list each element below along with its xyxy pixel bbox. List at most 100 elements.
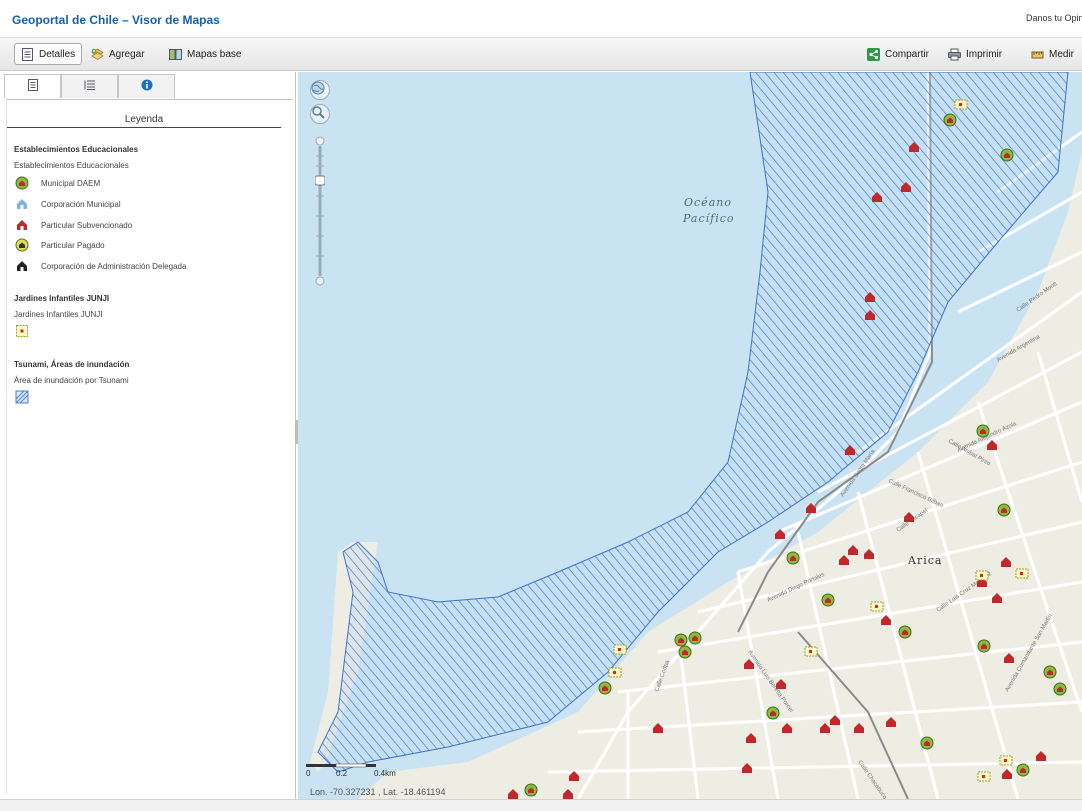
map-navigation-controls <box>308 80 332 290</box>
particular-pagado-icon <box>14 237 30 253</box>
print-label: Imprimir <box>966 48 1003 60</box>
legend-group-title-schools: Establecimientos Educacionales <box>14 145 139 154</box>
add-button[interactable]: Agregar <box>84 43 152 65</box>
legend-subtitle-tsunami: Área de inundación por Tsunami <box>14 376 129 385</box>
marker-municipal-daem[interactable] <box>821 593 835 607</box>
basemaps-button[interactable]: Mapas base <box>162 43 248 65</box>
city-label: Arica <box>907 554 942 567</box>
basemap-icon <box>169 48 182 61</box>
status-strip <box>0 799 1082 811</box>
share-label: Compartir <box>885 48 929 60</box>
scale-label-start: 0 <box>306 769 311 778</box>
measure-button[interactable]: Medir <box>1024 43 1081 65</box>
legend-label: Particular Subvencionado <box>41 220 133 230</box>
marker-municipal-daem[interactable] <box>977 639 991 653</box>
print-icon <box>948 48 961 61</box>
corporacion-municipal-icon <box>14 196 30 212</box>
legend-label: Corporación Municipal <box>41 199 121 209</box>
marker-municipal-daem[interactable] <box>976 424 990 438</box>
main-toolbar: Detalles Agregar Mapas base Compartir Im… <box>0 38 1082 71</box>
junji-icon <box>14 323 30 339</box>
details-icon <box>21 47 34 61</box>
map-view[interactable]: Océano Pacífico Arica Avenida Diego Port… <box>298 72 1082 799</box>
legend-group-title-junji: Jardines Infantiles JUNJI <box>14 294 110 303</box>
zoom-tool-button[interactable] <box>310 104 330 124</box>
legend-title: Leyenda <box>7 114 281 128</box>
marker-municipal-daem[interactable] <box>688 631 702 645</box>
marker-municipal-daem[interactable] <box>1000 148 1014 162</box>
legend-item-particular-subvencionado: Particular Subvencionado <box>14 217 132 233</box>
marker-municipal-daem[interactable] <box>1043 665 1057 679</box>
app-window: Geoportal de Chile – Visor de Mapas Dano… <box>0 0 1082 811</box>
tab-legend[interactable] <box>4 74 61 98</box>
marker-junji[interactable] <box>954 99 968 110</box>
marker-municipal-daem[interactable] <box>766 706 780 720</box>
legend-label: Particular Pagado <box>41 240 105 250</box>
marker-junji[interactable] <box>804 646 818 657</box>
map-canvas: Océano Pacífico Arica Avenida Diego Port… <box>298 72 1082 799</box>
marker-municipal-daem[interactable] <box>1016 763 1030 777</box>
info-tab-icon <box>141 78 153 96</box>
marker-junji[interactable] <box>999 755 1013 766</box>
marker-junji[interactable] <box>975 570 989 581</box>
marker-junji[interactable] <box>977 771 991 782</box>
marker-municipal-daem[interactable] <box>786 551 800 565</box>
feedback-link[interactable]: Danos tu Opinión <box>1026 13 1082 23</box>
marker-municipal-daem[interactable] <box>943 113 957 127</box>
legend-item-corporacion-municipal: Corporación Municipal <box>14 196 121 212</box>
marker-municipal-daem[interactable] <box>920 736 934 750</box>
legend-item-particular-pagado: Particular Pagado <box>14 237 105 253</box>
print-button[interactable]: Imprimir <box>941 43 1009 65</box>
tab-info[interactable] <box>118 74 175 98</box>
share-icon <box>867 47 880 61</box>
municipal-daem-icon <box>14 175 30 191</box>
app-header: Geoportal de Chile – Visor de Mapas Dano… <box>0 0 1082 38</box>
add-layer-icon <box>91 48 104 61</box>
zoom-slider[interactable] <box>315 136 325 286</box>
details-button[interactable]: Detalles <box>14 43 83 65</box>
marker-municipal-daem[interactable] <box>524 783 538 797</box>
legend-group-title-tsunami: Tsunami, Áreas de inundación <box>14 360 130 369</box>
scale-bar: 0 0.2 0.4km <box>306 762 406 778</box>
legend-label: Municipal DAEM <box>41 178 101 188</box>
legend-subtitle-schools: Establecimientos Educacionales <box>14 161 129 170</box>
particular-subvencionado-icon <box>14 217 30 233</box>
panel-tabs <box>4 74 175 98</box>
marker-municipal-daem[interactable] <box>674 633 688 647</box>
marker-municipal-daem[interactable] <box>678 645 692 659</box>
tsunami-hatch-icon <box>14 389 30 405</box>
tab-content-list[interactable] <box>61 74 118 98</box>
details-panel: Leyenda Establecimientos Educacionales E… <box>0 72 296 799</box>
ocean-label-2: Pacífico <box>682 212 735 225</box>
legend-subtitle-junji: Jardines Infantiles JUNJI <box>14 310 103 319</box>
marker-municipal-daem[interactable] <box>1053 682 1067 696</box>
share-button[interactable]: Compartir <box>860 43 936 65</box>
corporacion-delegada-icon <box>14 258 30 274</box>
measure-icon <box>1031 48 1044 61</box>
legend-item-municipal-daem: Municipal DAEM <box>14 175 100 191</box>
content-list-tab-icon <box>84 78 96 96</box>
scale-label-end: 0.4km <box>374 769 396 778</box>
marker-junji[interactable] <box>870 601 884 612</box>
marker-junji[interactable] <box>1015 568 1029 579</box>
legend-panel: Leyenda Establecimientos Educacionales E… <box>6 99 293 794</box>
marker-municipal-daem[interactable] <box>898 625 912 639</box>
marker-municipal-daem[interactable] <box>997 503 1011 517</box>
marker-municipal-daem[interactable] <box>598 681 612 695</box>
basemaps-label: Mapas base <box>187 48 242 60</box>
add-label: Agregar <box>109 48 145 60</box>
details-label: Detalles <box>39 48 76 60</box>
app-title: Geoportal de Chile – Visor de Mapas <box>12 13 220 27</box>
full-extent-button[interactable] <box>310 80 330 100</box>
legend-item-corporacion-delegada: Corporación de Administración Delegada <box>14 258 186 274</box>
marker-junji[interactable] <box>613 644 627 655</box>
ocean-label: Océano <box>684 196 732 209</box>
legend-item-junji <box>14 323 41 339</box>
scale-label-mid: 0.2 <box>336 769 348 778</box>
marker-junji[interactable] <box>608 667 622 678</box>
legend-label: Corporación de Administración Delegada <box>41 261 187 271</box>
legend-item-tsunami <box>14 389 41 405</box>
measure-label: Medir <box>1049 48 1075 60</box>
coordinate-readout: Lon. -70.327231 , Lat. -18.461194 <box>310 787 446 797</box>
legend-tab-icon <box>27 78 39 96</box>
